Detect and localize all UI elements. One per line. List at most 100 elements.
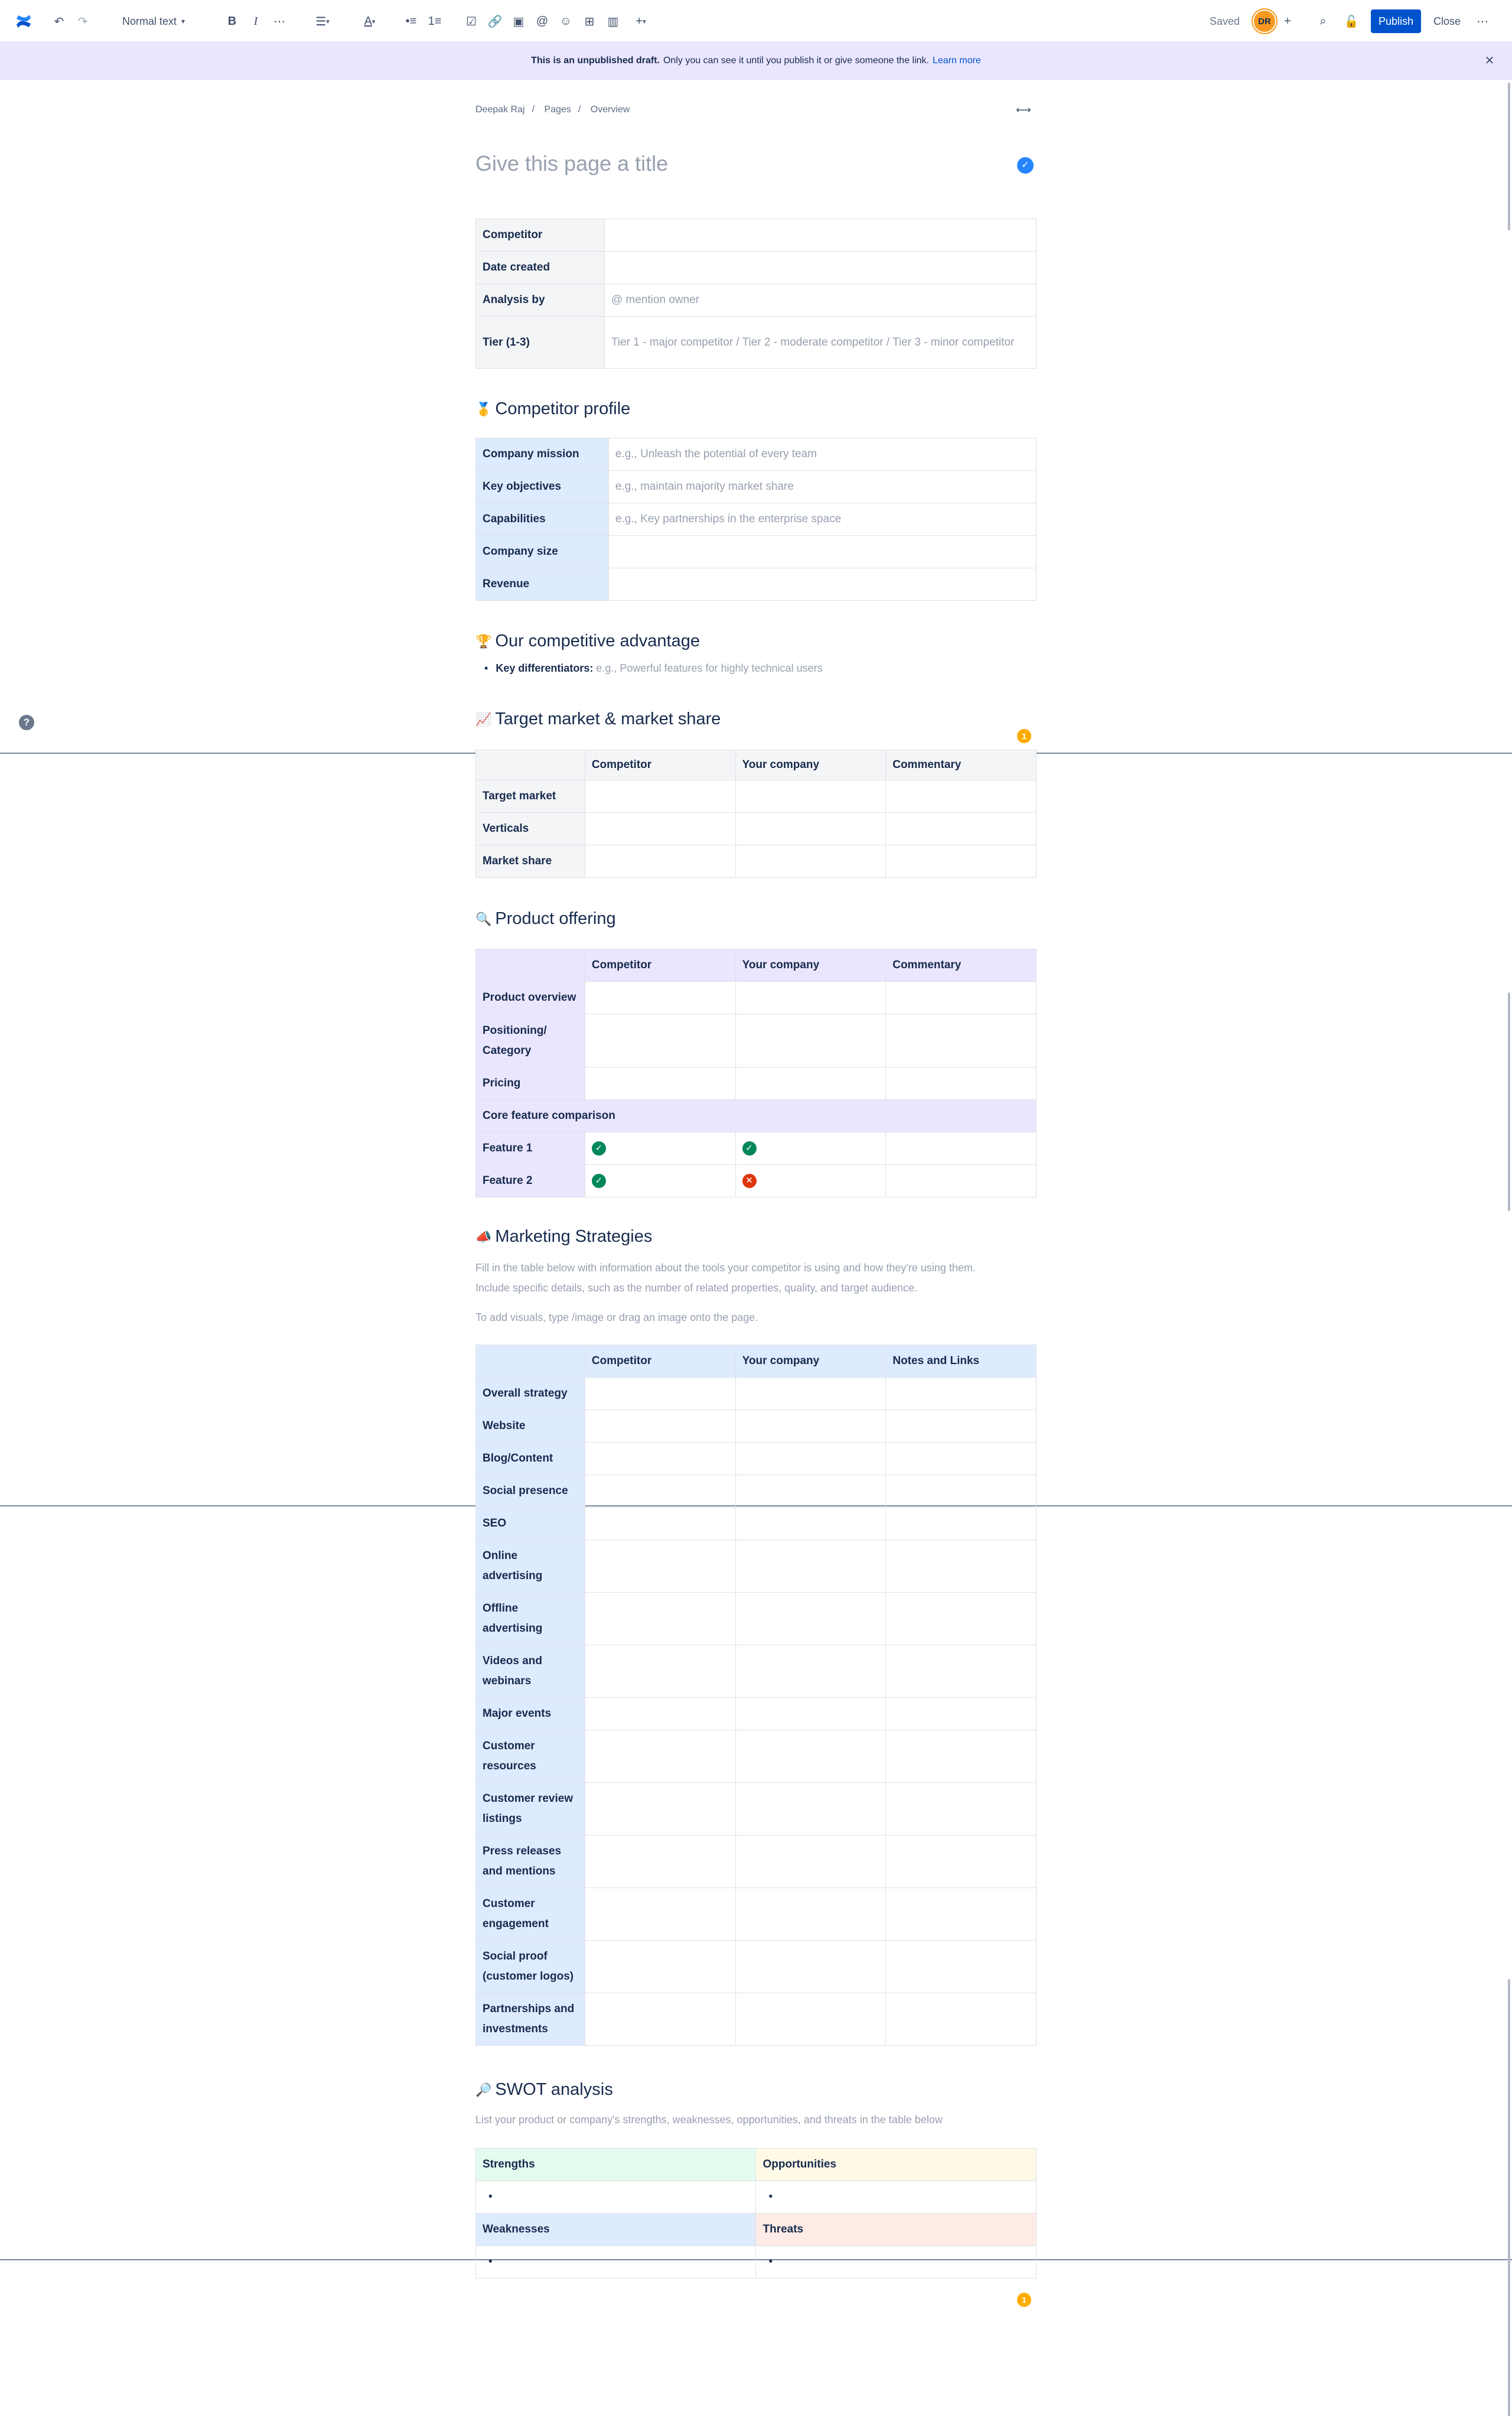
table-cell[interactable] — [584, 1782, 736, 1836]
table-cell[interactable] — [885, 1132, 1037, 1165]
table-cell[interactable] — [885, 1410, 1037, 1443]
table-cell[interactable]: • — [475, 2181, 757, 2214]
table-cell[interactable]: ✓ — [584, 1164, 736, 1197]
more-formatting-icon[interactable]: ⋯ — [269, 11, 290, 32]
table-cell[interactable] — [584, 1540, 736, 1593]
table-cell[interactable] — [584, 1592, 736, 1645]
table-cell[interactable] — [584, 1730, 736, 1783]
page-title-input[interactable]: Give this page a title — [475, 151, 668, 176]
table-cell[interactable] — [885, 1014, 1037, 1068]
table-cell[interactable] — [584, 1697, 736, 1730]
emoji-icon[interactable]: ☺ — [555, 11, 576, 32]
table-cell[interactable] — [735, 1887, 887, 1941]
table-cell[interactable] — [735, 1475, 887, 1508]
invite-plus-icon[interactable]: + — [1277, 11, 1298, 32]
table-cell[interactable] — [735, 1993, 887, 2046]
bold-icon[interactable]: B — [221, 11, 243, 32]
table-cell[interactable] — [885, 1993, 1037, 2046]
table-cell[interactable] — [735, 1507, 887, 1540]
restrictions-icon[interactable]: 🔓 — [1341, 11, 1362, 32]
table-cell[interactable]: • — [755, 2245, 1037, 2279]
table-cell[interactable] — [735, 1067, 887, 1100]
table-cell[interactable] — [885, 1540, 1037, 1593]
table-cell[interactable]: ✓ — [735, 1132, 887, 1165]
table-cell[interactable] — [735, 981, 887, 1014]
table-cell[interactable] — [584, 1993, 736, 2046]
table-cell[interactable] — [735, 1377, 887, 1410]
table-cell[interactable]: @ mention owner — [604, 284, 1037, 317]
confluence-logo-icon[interactable] — [13, 11, 34, 32]
table-cell[interactable]: Tier 1 - major competitor / Tier 2 - mod… — [604, 316, 1037, 369]
table-cell[interactable] — [584, 1507, 736, 1540]
help-icon[interactable]: ? — [19, 715, 34, 730]
table-cell[interactable] — [608, 535, 1037, 568]
table-cell[interactable] — [735, 812, 887, 845]
table-cell[interactable] — [885, 1592, 1037, 1645]
table-cell[interactable] — [885, 812, 1037, 845]
breadcrumb-item[interactable]: Deepak Raj — [475, 105, 525, 115]
table-cell[interactable] — [584, 1067, 736, 1100]
scrollbar-thumb[interactable] — [1508, 1979, 1510, 2416]
table-cell[interactable] — [584, 1442, 736, 1475]
comment-badge[interactable]: 1 — [1017, 729, 1031, 743]
table-cell[interactable] — [735, 1645, 887, 1698]
table-cell[interactable]: ✕ — [735, 1164, 887, 1197]
table-cell[interactable]: e.g., maintain majority market share — [608, 470, 1037, 503]
table-cell[interactable] — [584, 1377, 736, 1410]
alignment-icon[interactable]: ☰ ▾ — [309, 11, 336, 32]
text-style-dropdown[interactable]: Normal text ▾ — [122, 11, 185, 32]
breadcrumb-item[interactable]: Pages — [545, 105, 571, 115]
table-cell[interactable] — [584, 1887, 736, 1941]
avatar[interactable]: DR — [1253, 9, 1276, 33]
publish-button[interactable]: Publish — [1371, 9, 1421, 33]
table-cell[interactable] — [735, 1540, 887, 1593]
table-cell[interactable] — [735, 1697, 887, 1730]
table-cell[interactable]: e.g., Unleash the potential of every tea… — [608, 438, 1037, 471]
table-cell[interactable] — [885, 1377, 1037, 1410]
table-cell[interactable] — [885, 981, 1037, 1014]
table-cell[interactable] — [885, 1645, 1037, 1698]
table-cell[interactable] — [735, 1410, 887, 1443]
text-color-icon[interactable]: A ▾ — [356, 11, 383, 32]
table-cell[interactable] — [885, 1835, 1037, 1888]
table-cell[interactable] — [604, 219, 1037, 252]
learn-more-link[interactable]: Learn more — [933, 56, 981, 66]
table-cell[interactable]: • — [755, 2181, 1037, 2214]
action-item-icon[interactable]: ☑ — [461, 11, 482, 32]
table-icon[interactable]: ⊞ — [579, 11, 600, 32]
undo-icon[interactable]: ↶ — [48, 11, 70, 32]
table-cell[interactable] — [604, 251, 1037, 284]
search-icon[interactable]: ⌕ — [1312, 11, 1334, 32]
link-icon[interactable]: 🔗 — [484, 11, 506, 32]
table-cell[interactable] — [885, 1507, 1037, 1540]
table-cell[interactable] — [584, 981, 736, 1014]
page-status-icon[interactable]: ✓ — [1017, 157, 1034, 174]
scrollbar-thumb[interactable] — [1508, 992, 1510, 1211]
table-cell[interactable] — [608, 568, 1037, 601]
table-cell[interactable] — [735, 1782, 887, 1836]
table-cell[interactable]: • — [475, 2245, 757, 2279]
mention-icon[interactable]: @ — [532, 11, 553, 32]
comment-badge[interactable]: 1 — [1017, 2293, 1031, 2307]
bullet-placeholder[interactable]: e.g., Powerful features for highly techn… — [596, 662, 822, 674]
table-cell[interactable]: e.g., Key partnerships in the enterprise… — [608, 503, 1037, 536]
bullet-list-icon[interactable]: •≡ — [400, 11, 422, 32]
table-cell[interactable] — [584, 1940, 736, 1993]
table-cell[interactable] — [885, 1697, 1037, 1730]
numbered-list-icon[interactable]: 1≡ — [424, 11, 445, 32]
table-cell[interactable] — [885, 1940, 1037, 1993]
table-cell[interactable] — [735, 1592, 887, 1645]
table-cell[interactable] — [584, 1645, 736, 1698]
full-width-toggle-icon[interactable]: ⟷ — [1016, 104, 1031, 116]
table-cell[interactable] — [584, 812, 736, 845]
table-cell[interactable] — [735, 780, 887, 813]
breadcrumb-item[interactable]: Overview — [591, 105, 630, 115]
table-cell[interactable] — [885, 1164, 1037, 1197]
table-cell[interactable] — [735, 1014, 887, 1068]
table-cell[interactable] — [584, 1475, 736, 1508]
table-cell[interactable] — [584, 845, 736, 878]
table-cell[interactable] — [885, 1782, 1037, 1836]
table-cell[interactable] — [584, 1014, 736, 1068]
insert-plus-icon[interactable]: + ▾ — [627, 11, 654, 32]
table-cell[interactable] — [885, 845, 1037, 878]
